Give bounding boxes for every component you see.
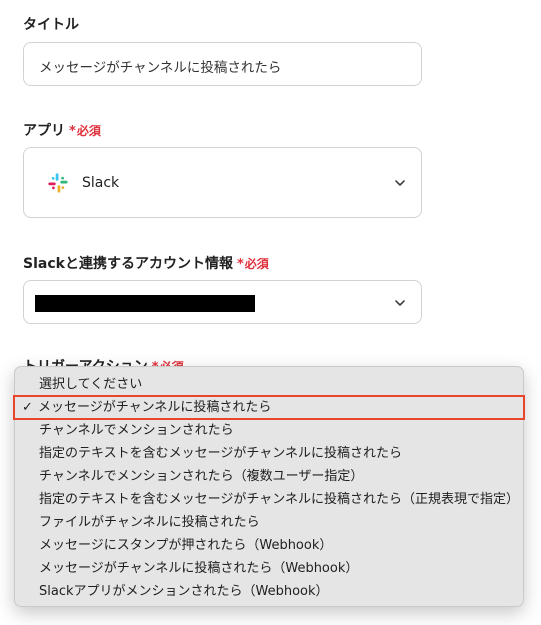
redacted-account-value [35, 295, 255, 312]
required-star-icon: * [69, 124, 76, 139]
dropdown-option-label: チャンネルでメンションされたら（複数ユーザー指定） [39, 469, 364, 484]
dropdown-option-selected[interactable]: ✓ メッセージがチャンネルに投稿されたら [13, 395, 525, 420]
dropdown-option-label: 指定のテキストを含むメッセージがチャンネルに投稿されたら（正規表現で指定） [39, 492, 519, 507]
account-field-label-text: Slackと連携するアカウント情報 [23, 256, 233, 272]
title-field-label: タイトル [23, 17, 79, 33]
app-select[interactable]: Slack [23, 147, 422, 218]
dropdown-option-label: 選択してください [39, 377, 143, 392]
required-text: 必須 [76, 124, 101, 138]
dropdown-option[interactable]: Slackアプリがメンションされたら（Webhook） [15, 580, 523, 603]
dropdown-option[interactable]: メッセージにスタンプが押されたら（Webhook） [15, 534, 523, 557]
account-field-label: Slackと連携するアカウント情報 *必須 [23, 253, 269, 273]
chevron-down-icon [395, 300, 405, 306]
chevron-down-icon [395, 180, 405, 186]
trigger-action-dropdown-menu: 選択してください ✓ メッセージがチャンネルに投稿されたら チャンネルでメンションされ… [13, 366, 525, 607]
dropdown-option-label: チャンネルでメンションされたら [39, 423, 234, 438]
dropdown-option-label: メッセージがチャンネルに投稿されたら（Webhook） [39, 561, 359, 576]
dropdown-option[interactable]: 指定のテキストを含むメッセージがチャンネルに投稿されたら（正規表現で指定） [15, 488, 523, 511]
required-star-icon: * [236, 257, 244, 272]
dropdown-option[interactable]: 選択してください [15, 373, 523, 396]
required-indicator: *必須 [236, 257, 269, 272]
app-select-value: Slack [82, 175, 120, 191]
slack-logo-icon [48, 173, 68, 193]
dropdown-option[interactable]: メッセージがチャンネルに投稿されたら（Webhook） [15, 557, 523, 580]
account-select[interactable] [23, 280, 422, 324]
dropdown-option-label: Slackアプリがメンションされたら（Webhook） [39, 584, 329, 599]
required-indicator: *必須 [69, 124, 101, 139]
dropdown-option[interactable]: 指定のテキストを含むメッセージがチャンネルに投稿されたら [15, 442, 523, 465]
dropdown-option[interactable]: チャンネルでメンションされたら [15, 419, 523, 442]
title-input-value: メッセージがチャンネルに投稿されたら [39, 60, 282, 76]
required-text: 必須 [244, 257, 269, 271]
dropdown-option-label: ファイルがチャンネルに投稿されたら [39, 515, 260, 530]
app-field-label: アプリ *必須 [23, 120, 101, 140]
dropdown-option-label: メッセージがチャンネルに投稿されたら [38, 400, 272, 415]
dropdown-option-label: 指定のテキストを含むメッセージがチャンネルに投稿されたら [39, 446, 402, 461]
checkmark-icon: ✓ [22, 400, 33, 415]
title-input[interactable]: メッセージがチャンネルに投稿されたら [23, 42, 422, 86]
app-field-label-text: アプリ [23, 123, 65, 139]
dropdown-option[interactable]: ファイルがチャンネルに投稿されたら [15, 511, 523, 534]
dropdown-option-label: メッセージにスタンプが押されたら（Webhook） [39, 538, 333, 553]
dropdown-option[interactable]: チャンネルでメンションされたら（複数ユーザー指定） [15, 465, 523, 488]
